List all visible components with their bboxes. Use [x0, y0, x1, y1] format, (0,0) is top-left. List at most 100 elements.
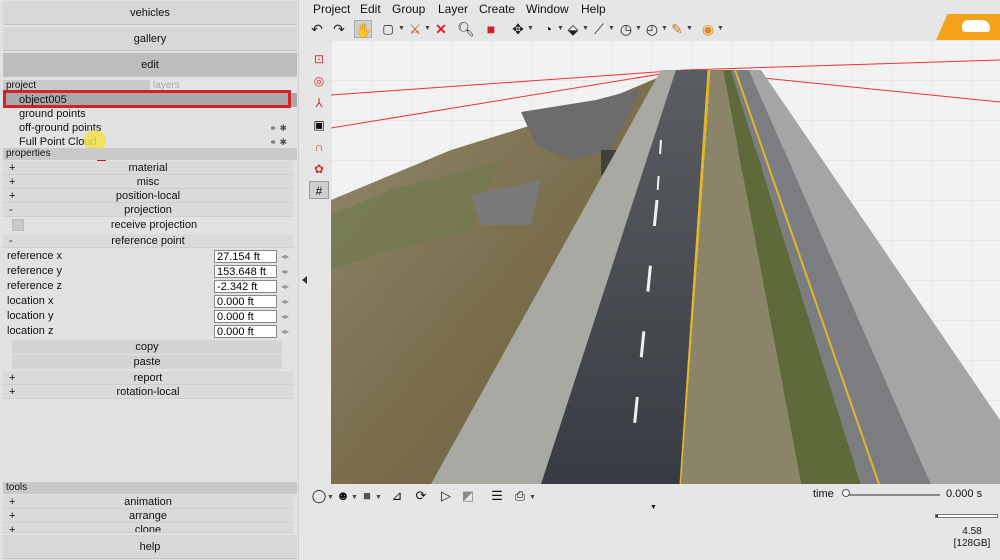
dropdown-arrow-icon[interactable]: ▼ — [375, 494, 382, 501]
keyframe-icon[interactable]: ◩ — [459, 487, 477, 505]
visibility-eye-icon[interactable]: ⚭ ✱ — [269, 135, 287, 149]
redo-icon[interactable]: ↷ — [330, 20, 348, 38]
ruler-icon[interactable]: ⬙ — [564, 20, 582, 38]
zoom-icon[interactable]: 🔍︎ — [457, 20, 475, 38]
reference-y-input[interactable] — [214, 265, 277, 278]
palette-tool-icon[interactable]: ✿ — [309, 160, 329, 178]
receive-projection-checkbox[interactable] — [12, 219, 24, 231]
spinner-icon[interactable]: ◂▸ — [281, 264, 289, 279]
collapse-icon: - — [9, 235, 13, 247]
tool-arrange[interactable]: + arrange — [3, 509, 293, 523]
dropdown-arrow-icon[interactable]: ▼ — [717, 25, 724, 32]
expand-icon: + — [9, 510, 16, 522]
dropdown-arrow-icon[interactable]: ▼ — [398, 25, 405, 32]
edit-button[interactable]: edit — [3, 53, 297, 77]
record-circle-icon[interactable]: ◯ — [310, 487, 328, 505]
select-box-icon[interactable]: ▢ — [379, 20, 397, 38]
location-z-input[interactable] — [214, 325, 277, 338]
tree-item-ground-points[interactable]: ground points — [3, 107, 297, 121]
menu-create[interactable]: Create — [479, 1, 515, 17]
section-position-local[interactable]: + position-local — [3, 189, 293, 203]
menu-project[interactable]: Project — [313, 1, 350, 17]
notes-icon[interactable]: ☰ — [488, 487, 506, 505]
dropdown-arrow-icon[interactable]: ▼ — [608, 25, 615, 32]
spinner-icon[interactable]: ◂▸ — [281, 324, 289, 339]
dropdown-arrow-icon[interactable]: ▼ — [582, 25, 589, 32]
dropdown-arrow-icon[interactable]: ▼ — [529, 494, 536, 501]
play-icon[interactable]: ▷ — [437, 487, 455, 505]
section-reference-point[interactable]: - reference point — [3, 234, 293, 248]
time-slider-track[interactable] — [846, 494, 940, 496]
location-x-input[interactable] — [214, 295, 277, 308]
menu-help[interactable]: Help — [581, 1, 606, 17]
vehicles-button[interactable]: vehicles — [3, 1, 297, 25]
tree-item-object005[interactable]: object005 — [3, 93, 297, 107]
viewport-dropdown-icon[interactable]: ▼ — [650, 504, 657, 511]
pencil-icon[interactable]: ✎ — [668, 20, 686, 38]
field-location-x: location x ◂▸ — [3, 294, 293, 309]
undo-icon[interactable]: ↶ — [308, 20, 326, 38]
menu-group[interactable]: Group — [392, 1, 425, 17]
tree-item-off-ground-points[interactable]: off-ground points ⚭ ✱ — [3, 121, 297, 135]
gallery-button[interactable]: gallery — [3, 27, 297, 51]
dropdown-arrow-icon[interactable]: ▼ — [424, 25, 431, 32]
visibility-eye-icon[interactable]: ⚭ ✱ — [269, 121, 287, 135]
snapshot-tool-icon[interactable]: ▣ — [309, 116, 329, 134]
delete-icon[interactable]: ✕ — [432, 20, 450, 38]
section-misc[interactable]: + misc — [3, 175, 293, 189]
dropdown-arrow-icon[interactable]: ▼ — [635, 25, 642, 32]
section-projection[interactable]: - projection — [3, 203, 293, 217]
print-icon[interactable]: ⎙ — [511, 487, 529, 505]
frame-tool-icon[interactable]: ⊡ — [309, 50, 329, 68]
spinner-icon[interactable]: ◂▸ — [281, 249, 289, 264]
pan-hand-icon[interactable]: ✋ — [354, 20, 372, 38]
location-y-input[interactable] — [214, 310, 277, 323]
help-icon[interactable]: ◉ — [699, 20, 717, 38]
copy-button[interactable]: copy — [12, 340, 282, 354]
dropdown-arrow-icon[interactable]: ▼ — [557, 25, 564, 32]
transform-icon[interactable]: ⚔ — [406, 20, 424, 38]
character-icon[interactable]: ☻ — [334, 487, 352, 505]
dropdown-arrow-icon[interactable]: ▼ — [527, 25, 534, 32]
reference-x-input[interactable] — [214, 250, 277, 263]
menu-layer[interactable]: Layer — [438, 1, 468, 17]
time-slider-knob[interactable] — [842, 489, 850, 497]
main-toolbar: ↶ ↷ ✋ ▢ ▼ ⚔ ▼ ✕ 🔍︎ ■ ✥ ▼ ◔ ▼ ⬙ ▼ ⟋ ▼ ◷ ▼… — [310, 18, 1000, 40]
menu-window[interactable]: Window — [526, 1, 569, 17]
menu-edit[interactable]: Edit — [360, 1, 381, 17]
paste-button[interactable]: paste — [12, 355, 282, 369]
section-rotation-local[interactable]: + rotation-local — [3, 385, 293, 399]
angle-icon[interactable]: ⟋ — [590, 20, 608, 38]
field-reference-y: reference y ◂▸ — [3, 264, 293, 279]
magnet-tool-icon[interactable]: ∩ — [309, 138, 329, 156]
dropdown-arrow-icon[interactable]: ▼ — [351, 494, 358, 501]
dropdown-arrow-icon[interactable]: ▼ — [327, 494, 334, 501]
collapse-panel-icon[interactable] — [302, 276, 307, 284]
target-tool-icon[interactable]: ◎ — [309, 72, 329, 90]
graph-icon[interactable]: ⊿ — [388, 487, 406, 505]
dropdown-arrow-icon[interactable]: ▼ — [686, 25, 693, 32]
move-icon[interactable]: ✥ — [509, 20, 527, 38]
clock-icon[interactable]: ◴ — [643, 20, 661, 38]
help-button[interactable]: help — [3, 535, 297, 559]
spinner-icon[interactable]: ◂▸ — [281, 309, 289, 324]
section-material[interactable]: + material — [3, 161, 293, 175]
grid-tool-icon[interactable]: # — [309, 181, 329, 199]
dropdown-arrow-icon[interactable]: ▼ — [661, 25, 668, 32]
tool-clone[interactable]: + clone — [3, 523, 293, 533]
loop-icon[interactable]: ⟳ — [412, 487, 430, 505]
spinner-icon[interactable]: ◂▸ — [281, 279, 289, 294]
tree-item-full-point-cloud[interactable]: Full Point Cloud ⚭ ✱ — [3, 135, 297, 149]
tool-animation[interactable]: + animation — [3, 495, 293, 509]
measure-icon[interactable]: ◔ — [539, 20, 557, 38]
tab-layers[interactable]: layers — [150, 80, 297, 92]
tab-project[interactable]: project — [3, 80, 150, 92]
spinner-icon[interactable]: ◂▸ — [281, 294, 289, 309]
stop-square-icon[interactable]: ■ — [358, 487, 376, 505]
reference-z-input[interactable] — [214, 280, 277, 293]
orbit-icon[interactable]: ◷ — [617, 20, 635, 38]
section-report[interactable]: + report — [3, 371, 293, 385]
axis-tool-icon[interactable]: ⅄ — [309, 94, 329, 112]
red-cube-icon[interactable]: ■ — [482, 20, 500, 38]
3d-viewport[interactable] — [331, 40, 1000, 484]
